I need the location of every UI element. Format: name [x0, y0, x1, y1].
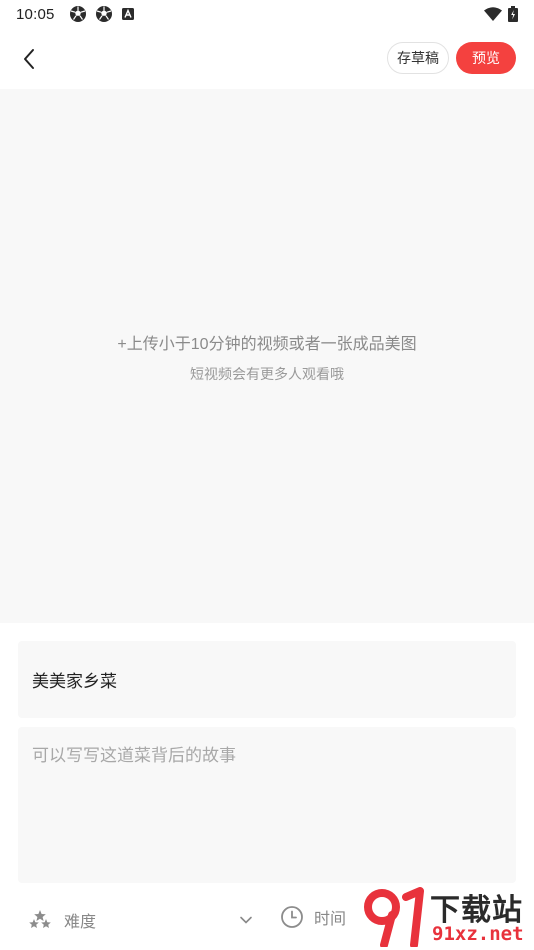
wifi-icon: [484, 7, 502, 21]
dish-story-input[interactable]: 可以写写这道菜背后的故事: [18, 727, 516, 883]
dish-title-input[interactable]: 美美家乡菜: [18, 641, 516, 718]
upload-instruction: +上传小于10分钟的视频或者一张成品美图: [117, 336, 417, 353]
top-bar: 存草稿 预览: [0, 32, 534, 84]
site-watermark: 下载站 91xz.net: [362, 885, 532, 949]
chevron-down-icon: [240, 916, 252, 924]
watermark-domain: 91xz.net: [432, 923, 524, 945]
system-icons: [484, 6, 518, 22]
notification-icons: [69, 5, 135, 23]
time-label: 时间: [314, 911, 347, 928]
save-draft-button[interactable]: 存草稿: [387, 42, 449, 74]
download-site-logo-icon: [364, 887, 424, 947]
difficulty-label: 难度: [64, 914, 97, 931]
soccer-ball-icon: [95, 6, 112, 22]
clock-icon: [281, 906, 303, 928]
media-upload-area[interactable]: +上传小于10分钟的视频或者一张成品美图 短视频会有更多人观看哦: [0, 89, 534, 623]
upload-hint: 短视频会有更多人观看哦: [190, 366, 344, 382]
android-icon: [121, 8, 134, 20]
stars-icon: [29, 910, 51, 928]
back-button[interactable]: [14, 44, 44, 74]
soccer-ball-icon: [69, 6, 86, 22]
time-selector[interactable]: 时间: [280, 905, 346, 929]
status-time: 10:05: [16, 5, 55, 23]
battery-icon: [508, 6, 518, 22]
status-bar: 10:05: [0, 0, 534, 28]
preview-button[interactable]: 预览: [456, 42, 516, 74]
difficulty-selector[interactable]: 难度: [28, 905, 253, 935]
chevron-left-icon: [24, 49, 34, 69]
